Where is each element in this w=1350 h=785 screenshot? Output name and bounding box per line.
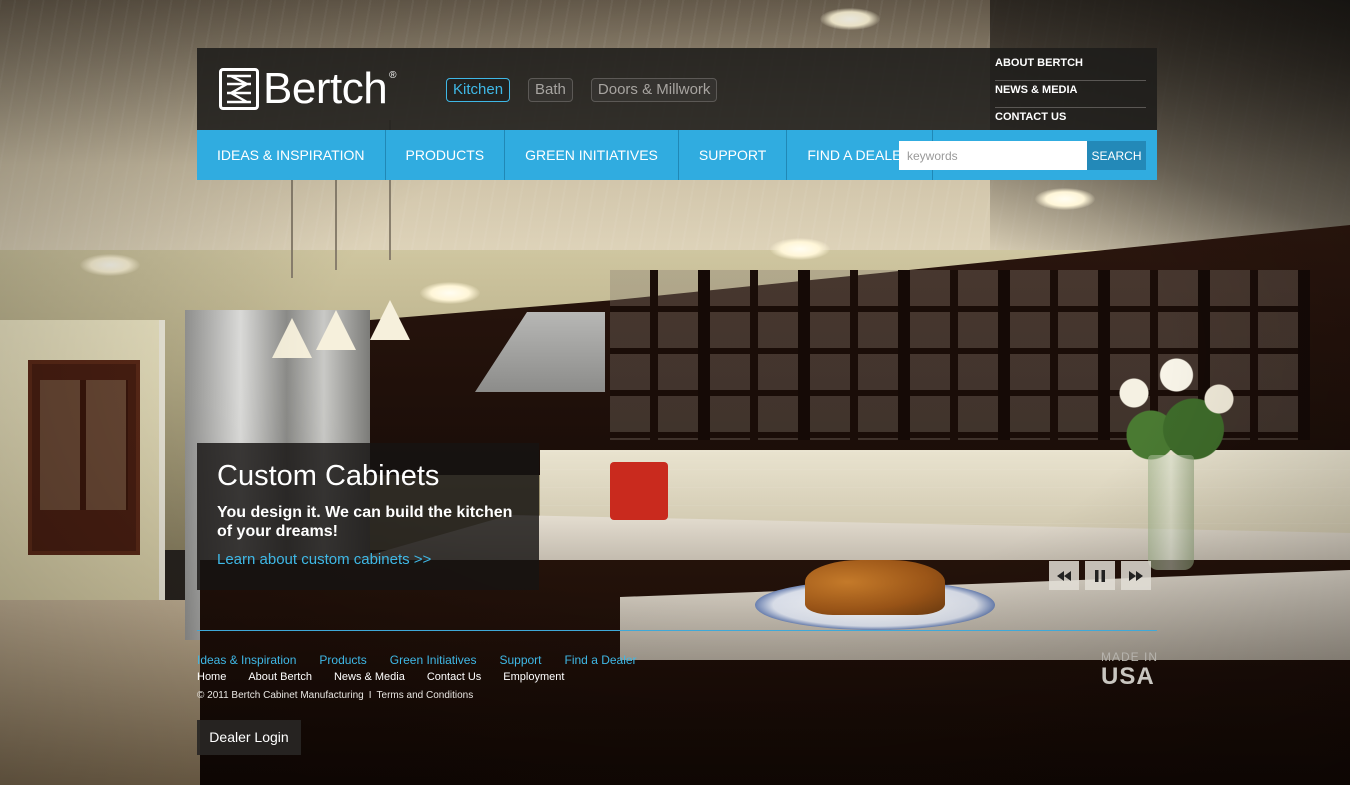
nav-support[interactable]: SUPPORT	[679, 130, 788, 180]
feature-title: Custom Cabinets	[217, 460, 440, 492]
category-tabs: Kitchen Bath Doors & Millwork	[446, 78, 718, 102]
copyright-text: © 2011 Bertch Cabinet Manufacturing	[197, 690, 364, 701]
rewind-button[interactable]	[1049, 561, 1079, 590]
footer-link-find-a-dealer[interactable]: Find a Dealer	[565, 653, 637, 667]
bertch-logo[interactable]: Bertch ®	[219, 64, 397, 113]
feature-description: You design it. We can build the kitchen …	[217, 504, 513, 540]
site-header: Bertch ® Kitchen Bath Doors & Millwork A…	[197, 48, 1157, 130]
footer-link-about-bertch[interactable]: About Bertch	[248, 671, 312, 683]
learn-more-link[interactable]: Learn about custom cabinets >>	[217, 551, 519, 568]
footer-divider	[197, 630, 1157, 631]
search-button[interactable]: SEARCH	[1087, 141, 1146, 170]
search-input[interactable]	[899, 141, 1087, 170]
footer-link-ideas-inspiration[interactable]: Ideas & Inspiration	[197, 653, 296, 667]
footer-link-news-media[interactable]: News & Media	[334, 671, 405, 683]
fast-forward-button[interactable]	[1121, 561, 1151, 590]
footer-primary-links: Ideas & Inspiration Products Green Initi…	[197, 653, 637, 667]
terms-link[interactable]: Terms and Conditions	[377, 690, 474, 701]
footer-link-green-initiatives[interactable]: Green Initiatives	[390, 653, 477, 667]
utility-links: ABOUT BERTCH NEWS & MEDIA CONTACT US	[995, 54, 1146, 135]
footer-link-products[interactable]: Products	[319, 653, 366, 667]
rewind-icon	[1057, 570, 1071, 581]
fast-forward-icon	[1129, 570, 1143, 581]
made-in-usa-badge: MADE IN USA	[1101, 650, 1158, 690]
tab-kitchen[interactable]: Kitchen	[446, 78, 511, 102]
slideshow-controls	[1049, 561, 1151, 590]
dealer-login-button[interactable]: Dealer Login	[197, 720, 301, 755]
pause-icon	[1095, 569, 1105, 582]
footer-link-home[interactable]: Home	[197, 671, 226, 683]
feature-caption-box: Custom Cabinets You design it. We can bu…	[197, 443, 539, 590]
tab-doors-millwork[interactable]: Doors & Millwork	[590, 78, 718, 102]
footer-link-contact-us[interactable]: Contact Us	[427, 671, 481, 683]
footer-secondary-links: Home About Bertch News & Media Contact U…	[197, 671, 564, 683]
usa-label: USA	[1101, 663, 1155, 690]
nav-ideas-inspiration[interactable]: IDEAS & INSPIRATION	[197, 130, 386, 180]
search-form: SEARCH	[899, 141, 1146, 170]
footer-link-employment[interactable]: Employment	[503, 671, 564, 683]
about-bertch-link[interactable]: ABOUT BERTCH	[995, 54, 1146, 81]
news-media-link[interactable]: NEWS & MEDIA	[995, 81, 1146, 108]
main-navigation: IDEAS & INSPIRATION PRODUCTS GREEN INITI…	[197, 130, 1157, 180]
footer-link-support[interactable]: Support	[499, 653, 541, 667]
nav-products[interactable]: PRODUCTS	[386, 130, 506, 180]
brand-name: Bertch	[263, 64, 388, 113]
nav-green-initiatives[interactable]: GREEN INITIATIVES	[505, 130, 679, 180]
pause-button[interactable]	[1085, 561, 1115, 590]
copyright-line: © 2011 Bertch Cabinet Manufacturing I Term…	[197, 690, 473, 701]
registered-mark: ®	[389, 70, 397, 81]
copyright-separator: I	[368, 690, 372, 701]
made-in-label: MADE IN	[1101, 650, 1159, 664]
tab-bath[interactable]: Bath	[528, 78, 573, 102]
bertch-logo-mark-icon	[219, 68, 259, 110]
